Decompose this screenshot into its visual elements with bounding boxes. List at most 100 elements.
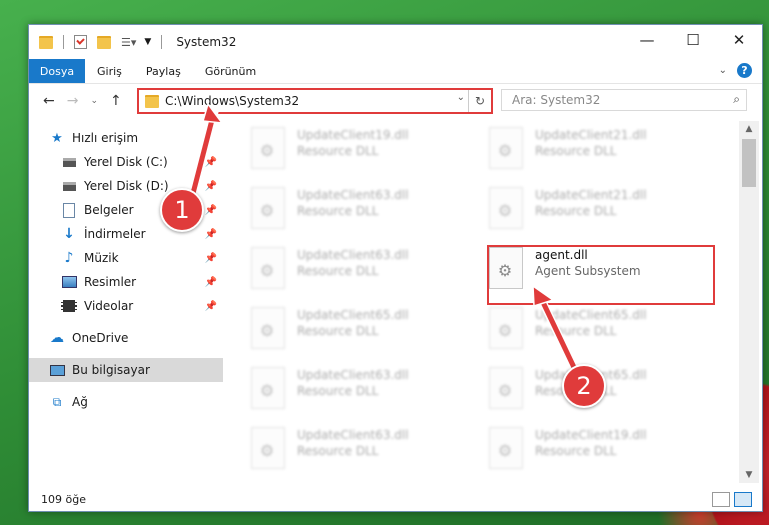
sidebar-item-local-disk-c[interactable]: Yerel Disk (C:) 📌 [61,150,223,174]
pin-icon[interactable]: 📌 [205,301,217,312]
sidebar-item-label: Müzik [84,251,119,265]
sidebar-item-music[interactable]: ♪ Müzik 📌 [61,246,223,270]
step-2-badge: 2 [562,364,606,408]
sidebar-item-videos[interactable]: Videolar 📌 [61,294,223,318]
refresh-icon[interactable]: ↻ [468,90,491,112]
list-item[interactable]: ⚙ UpdateClient63.dll Resource DLL [251,187,471,237]
pin-icon[interactable]: 📌 [205,277,217,288]
pin-icon[interactable]: 📌 [205,205,217,216]
file-name: UpdateClient65.dll [297,308,409,322]
tab-view[interactable]: Görünüm [193,65,268,78]
file-description: Resource DLL [535,444,617,458]
address-path[interactable]: C:\Windows\System32 [165,94,299,108]
sidebar-item-label: Yerel Disk (C:) [84,155,168,169]
file-name: UpdateClient63.dll [297,248,409,262]
pin-icon[interactable]: 📌 [205,253,217,264]
expand-ribbon-icon[interactable]: ⌄ [719,65,727,76]
list-item[interactable]: ⚙ UpdateClient63.dll Resource DLL [251,367,471,417]
sidebar-item-downloads[interactable]: ↓ İndirmeler 📌 [61,222,223,246]
close-button[interactable]: ✕ [716,25,762,55]
file-description: Resource DLL [297,264,379,278]
dll-file-icon: ⚙ [251,127,285,169]
tab-file[interactable]: Dosya [29,59,85,83]
cloud-icon: ☁ [50,330,64,346]
sidebar-item-label: Bu bilgisayar [72,363,150,377]
window-title: System32 [176,35,237,49]
dll-file-icon: ⚙ [489,367,523,409]
list-item[interactable]: ⚙ UpdateClient19.dll Resource DLL [251,127,471,177]
scroll-up-icon[interactable]: ▲ [739,121,759,137]
address-dropdown-icon[interactable]: ⌄ [457,92,465,103]
list-item[interactable]: ⚙ UpdateClient19.dll Resource DLL [489,427,709,477]
file-name: UpdateClient63.dll [297,428,409,442]
address-bar[interactable]: C:\Windows\System32 ⌄ ↻ [137,88,493,114]
navigation-bar: ← → ⌄ ↑ C:\Windows\System32 ⌄ ↻ Ara: Sys… [29,84,762,118]
tab-home[interactable]: Giriş [85,65,134,78]
pin-icon[interactable]: 📌 [205,229,217,240]
recent-locations-icon[interactable]: ⌄ [90,96,98,106]
customize-toolbar-icon[interactable]: ☰▾ [121,36,136,49]
dll-file-icon: ⚙ [251,427,285,469]
maximize-button[interactable]: ☐ [670,25,716,55]
sidebar-item-onedrive[interactable]: ☁ OneDrive [49,326,223,350]
dll-file-icon: ⚙ [251,367,285,409]
tab-share[interactable]: Paylaş [134,65,193,78]
file-name: UpdateClient65.dll [535,308,647,322]
back-arrow-icon[interactable]: ← [43,93,55,109]
window-controls: — ☐ ✕ [624,25,762,55]
sidebar-item-label: OneDrive [72,331,129,345]
list-item[interactable]: ⚙ UpdateClient63.dll Resource DLL [251,427,471,477]
search-placeholder[interactable]: Ara: System32 [512,93,600,107]
download-icon: ↓ [63,226,75,242]
search-icon: ⌕ [733,92,740,106]
dll-file-icon: ⚙ [489,127,523,169]
drive-icon [61,155,77,169]
forward-arrow-icon[interactable]: → [67,93,79,109]
list-item[interactable]: ⚙ UpdateClient65.dll Resource DLL [251,307,471,357]
pin-icon[interactable]: 📌 [205,181,217,192]
large-icons-view-icon[interactable] [734,492,752,507]
sidebar-item-label: Hızlı erişim [72,131,139,145]
file-description: Resource DLL [535,144,617,158]
help-icon[interactable]: ? [737,63,752,78]
details-view-icon[interactable] [712,492,730,507]
video-icon [61,299,77,313]
sidebar-item-quick-access[interactable]: ★ Hızlı erişim [49,126,223,150]
toolbar-dropdown-icon[interactable]: ▼ [144,37,151,47]
list-item[interactable]: ⚙ UpdateClient65.dll Resource DLL [489,307,709,357]
sidebar-item-label: Yerel Disk (D:) [84,179,169,193]
search-box[interactable]: Ara: System32 ⌕ [501,89,747,111]
sidebar-item-pictures[interactable]: Resimler 📌 [61,270,223,294]
file-description: Resource DLL [297,144,379,158]
file-explorer-window: ☰▾ ▼ System32 — ☐ ✕ Dosya Giriş Paylaş G… [28,24,763,512]
minimize-button[interactable]: — [624,25,670,55]
dll-file-icon: ⚙ [489,307,523,349]
pictures-icon [61,275,77,289]
list-item[interactable]: ⚙ UpdateClient63.dll Resource DLL [251,247,471,297]
file-name: UpdateClient19.dll [297,128,409,142]
vertical-scrollbar[interactable]: ▲ ▼ [739,121,759,483]
nav-buttons: ← → ⌄ ↑ [43,93,122,109]
list-item[interactable]: ⚙ UpdateClient21.dll Resource DLL [489,127,709,177]
scroll-down-icon[interactable]: ▼ [739,467,759,483]
file-name: UpdateClient63.dll [297,188,409,202]
list-item[interactable]: ⚙ UpdateClient21.dll Resource DLL [489,187,709,237]
star-icon: ★ [51,130,63,146]
up-arrow-icon[interactable]: ↑ [110,93,122,109]
file-description: Resource DLL [535,204,617,218]
file-name: UpdateClient19.dll [535,428,647,442]
title-bar: ☰▾ ▼ System32 — ☐ ✕ [29,25,762,59]
pin-icon[interactable]: 📌 [205,157,217,168]
sidebar-item-this-pc[interactable]: Bu bilgisayar [29,358,223,382]
file-description: Resource DLL [297,384,379,398]
file-name: UpdateClient21.dll [535,128,647,142]
documents-icon [61,202,77,218]
new-folder-icon[interactable] [97,35,111,49]
file-description: Resource DLL [297,444,379,458]
sidebar-item-local-disk-d[interactable]: Yerel Disk (D:) 📌 [61,174,223,198]
sidebar-item-label: Ağ [72,395,88,409]
scrollbar-thumb[interactable] [742,139,756,187]
sidebar-item-network[interactable]: ⧉ Ağ [49,390,223,414]
properties-icon[interactable] [74,35,87,49]
sidebar-item-label: Belgeler [84,203,134,217]
